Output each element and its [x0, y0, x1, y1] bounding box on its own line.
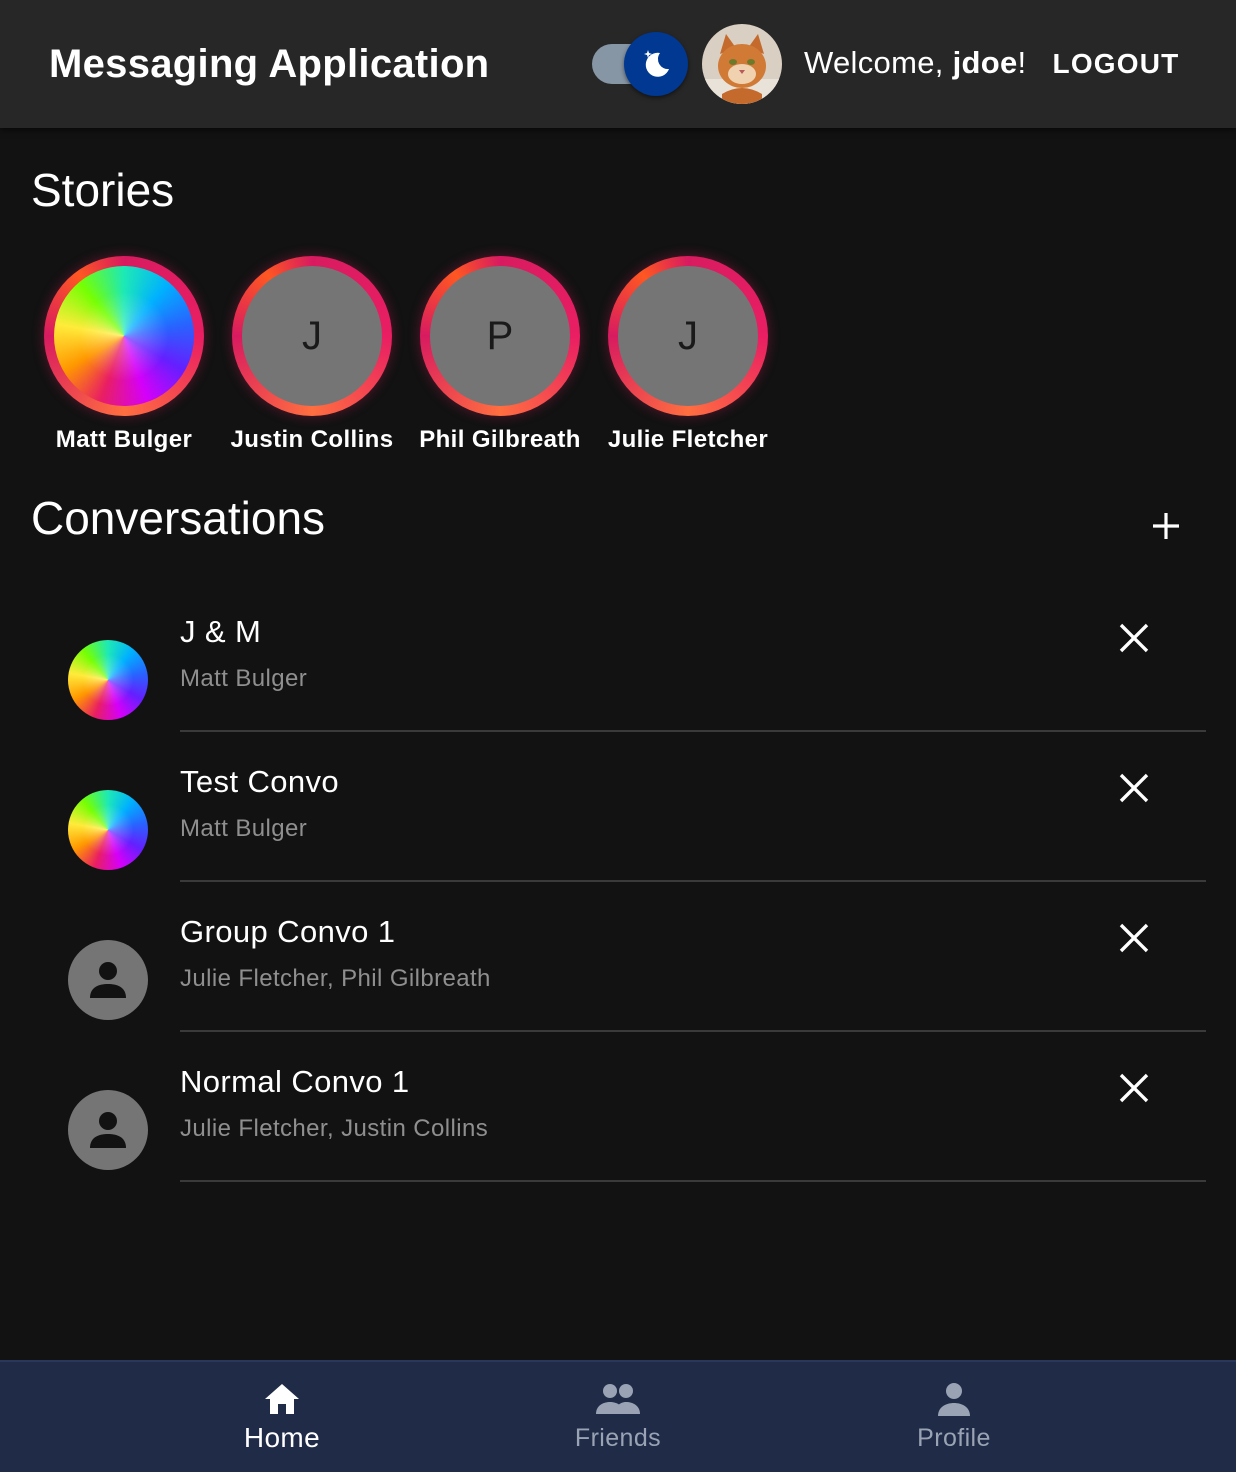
app-title: Messaging Application [49, 42, 490, 86]
story-julie-fletcher[interactable]: J Julie Fletcher [594, 256, 782, 466]
story-ring [44, 256, 204, 416]
close-icon [1119, 923, 1149, 953]
cat-photo [702, 24, 782, 104]
story-avatar-initial: P [430, 266, 570, 406]
nav-label: Friends [574, 1424, 662, 1452]
nav-profile-icon-wrap [786, 1380, 1122, 1420]
conversation-title: Normal Convo 1 [180, 1064, 410, 1099]
divider [180, 1030, 1206, 1032]
story-phil-gilbreath[interactable]: P Phil Gilbreath [406, 256, 594, 466]
conversation-title: Test Convo [180, 764, 340, 799]
story-ring: J [232, 256, 392, 416]
delete-conversation-button[interactable] [1106, 910, 1162, 966]
bottom-navigation: Home Friends Profile [0, 1360, 1236, 1472]
story-name: Julie Fletcher [607, 426, 769, 453]
user-avatar[interactable] [702, 24, 782, 104]
person-icon [90, 1112, 126, 1148]
delete-conversation-button[interactable] [1106, 1060, 1162, 1116]
home-icon [265, 1384, 299, 1414]
story-name: Justin Collins [230, 426, 394, 453]
welcome-text: Welcome, jdoe! [804, 43, 1026, 83]
story-avatar-initial: J [618, 266, 758, 406]
story-ring: J [608, 256, 768, 416]
conversation-avatar [68, 940, 148, 1020]
divider [180, 880, 1206, 882]
story-justin-collins[interactable]: J Justin Collins [218, 256, 406, 466]
moon-icon [644, 50, 669, 77]
add-conversation-button[interactable] [1138, 498, 1194, 554]
nav-home[interactable]: Home [114, 1362, 450, 1472]
conversation-members: Matt Bulger [180, 815, 308, 842]
divider [180, 730, 1206, 732]
plus-icon [1153, 513, 1179, 539]
close-icon [1119, 623, 1149, 653]
conversation-avatar [68, 1090, 148, 1170]
close-icon [1119, 773, 1149, 803]
conversation-row[interactable]: Test Convo Matt Bulger [0, 750, 1236, 900]
story-name: Matt Bulger [55, 426, 193, 453]
welcome-username: jdoe [952, 45, 1018, 80]
conversation-row[interactable]: J & M Matt Bulger [0, 600, 1236, 750]
conversation-row[interactable]: Normal Convo 1 Julie Fletcher, Justin Co… [0, 1050, 1236, 1200]
story-avatar [54, 266, 194, 406]
story-ring: P [420, 256, 580, 416]
toggle-thumb [624, 32, 688, 96]
conversation-avatar [68, 640, 148, 720]
delete-conversation-button[interactable] [1106, 760, 1162, 816]
story-avatar-initial: J [242, 266, 382, 406]
nav-friends-icon-wrap [450, 1380, 786, 1420]
conversation-title: Group Convo 1 [180, 914, 396, 949]
conversation-row[interactable]: Group Convo 1 Julie Fletcher, Phil Gilbr… [0, 900, 1236, 1050]
story-name: Phil Gilbreath [419, 426, 581, 453]
theme-toggle[interactable] [592, 32, 690, 96]
conversation-members: Julie Fletcher, Justin Collins [180, 1115, 489, 1142]
delete-conversation-button[interactable] [1106, 610, 1162, 666]
logout-button[interactable]: LOGOUT [1046, 36, 1186, 92]
nav-home-icon-wrap [114, 1380, 450, 1420]
conversations-heading: Conversations [31, 492, 326, 544]
conversation-members: Julie Fletcher, Phil Gilbreath [180, 965, 491, 992]
person-icon [938, 1383, 970, 1416]
nav-label: Home [243, 1422, 321, 1453]
conversation-avatar [68, 790, 148, 870]
person-icon [90, 962, 126, 998]
nav-profile[interactable]: Profile [786, 1362, 1122, 1472]
divider [180, 1180, 1206, 1182]
nav-friends[interactable]: Friends [450, 1362, 786, 1472]
stories-heading: Stories [31, 164, 175, 216]
story-matt-bulger[interactable]: Matt Bulger [30, 256, 218, 466]
app-bar: Messaging Application Welcome, jdoe! LOG… [0, 0, 1236, 128]
conversation-title: J & M [180, 614, 262, 649]
conversation-members: Matt Bulger [180, 665, 308, 692]
welcome-suffix: ! [1017, 45, 1027, 80]
nav-label: Profile [917, 1424, 991, 1452]
welcome-prefix: Welcome, [804, 45, 953, 80]
close-icon [1119, 1073, 1149, 1103]
people-icon [596, 1384, 640, 1414]
